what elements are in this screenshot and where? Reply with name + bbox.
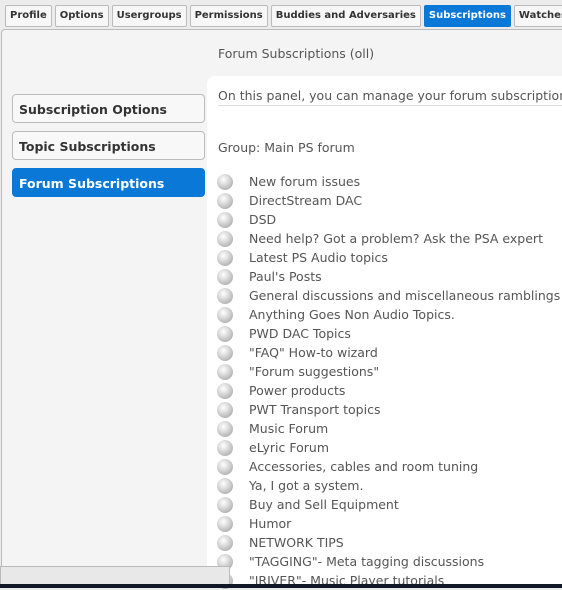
- forum-name: Anything Goes Non Audio Topics.: [249, 307, 455, 322]
- subscription-toggle-icon[interactable]: [217, 363, 233, 380]
- forum-name: Accessories, cables and room tuning: [249, 459, 479, 474]
- forum-name: Ya, I got a system.: [249, 478, 364, 493]
- tab-profile[interactable]: Profile: [5, 5, 52, 27]
- subscription-toggle-icon[interactable]: [217, 306, 233, 323]
- forum-item[interactable]: DirectStream DAC: [217, 191, 560, 210]
- subscription-toggle-icon[interactable]: [217, 325, 233, 342]
- forum-item[interactable]: Need help? Got a problem? Ask the PSA ex…: [217, 229, 560, 248]
- forum-name: Music Forum: [249, 421, 329, 436]
- subscription-toggle-icon[interactable]: [217, 534, 233, 551]
- forum-name: Need help? Got a problem? Ask the PSA ex…: [249, 231, 543, 246]
- subscription-toggle-icon[interactable]: [217, 515, 233, 532]
- forum-item[interactable]: Latest PS Audio topics: [217, 248, 560, 267]
- forum-item[interactable]: Ya, I got a system.: [217, 476, 560, 495]
- forum-name: New forum issues: [249, 174, 361, 189]
- forum-name: NETWORK TIPS: [249, 535, 344, 550]
- group-label: Group: Main PS forum: [218, 140, 355, 155]
- sidebar-item-topic-subscriptions[interactable]: Topic Subscriptions: [12, 131, 205, 160]
- forum-item[interactable]: PWT Transport topics: [217, 400, 560, 419]
- forum-item[interactable]: Music Forum: [217, 419, 560, 438]
- subscription-toggle-icon[interactable]: [217, 230, 233, 247]
- forum-item[interactable]: Humor: [217, 514, 560, 533]
- forum-name: "Forum suggestions": [249, 364, 380, 379]
- sidebar-item-forum-subscriptions[interactable]: Forum Subscriptions: [12, 168, 205, 197]
- forum-name: PWD DAC Topics: [249, 326, 351, 341]
- forum-name: Power products: [249, 383, 346, 398]
- subscription-toggle-icon[interactable]: [217, 249, 233, 266]
- forum-name: Latest PS Audio topics: [249, 250, 388, 265]
- subscription-toggle-icon[interactable]: [217, 344, 233, 361]
- subscription-toggle-icon[interactable]: [217, 382, 233, 399]
- subscription-toggle-icon[interactable]: [217, 458, 233, 475]
- forum-item[interactable]: "FAQ" How-to wizard: [217, 343, 560, 362]
- forum-item[interactable]: eLyric Forum: [217, 438, 560, 457]
- forum-item[interactable]: Buy and Sell Equipment: [217, 495, 560, 514]
- forum-item[interactable]: "TAGGING"- Meta tagging discussions: [217, 552, 560, 571]
- tab-watches[interactable]: Watches: [513, 5, 562, 27]
- forum-item[interactable]: Power products: [217, 381, 560, 400]
- tab-permissions[interactable]: Permissions: [189, 5, 268, 27]
- sidebar-item-subscription-options[interactable]: Subscription Options: [12, 94, 205, 123]
- overlay-bar: [0, 566, 230, 585]
- forum-name: Humor: [249, 516, 292, 531]
- page-title: Forum Subscriptions (oll): [218, 46, 375, 61]
- forum-name: "FAQ" How-to wizard: [249, 345, 378, 360]
- forum-item[interactable]: "Forum suggestions": [217, 362, 560, 381]
- subscription-toggle-icon[interactable]: [217, 268, 233, 285]
- subscription-toggle-icon[interactable]: [217, 401, 233, 418]
- forum-name: Paul's Posts: [249, 269, 322, 284]
- tab-subscriptions[interactable]: Subscriptions: [423, 5, 511, 27]
- forum-name: eLyric Forum: [249, 440, 329, 455]
- forum-item[interactable]: New forum issues: [217, 172, 560, 191]
- forum-item[interactable]: PWD DAC Topics: [217, 324, 560, 343]
- forum-item[interactable]: NETWORK TIPS: [217, 533, 560, 552]
- tab-usergroups[interactable]: Usergroups: [111, 5, 187, 27]
- subscription-toggle-icon[interactable]: [217, 477, 233, 494]
- forum-list: New forum issues DirectStream DAC DSD Need …: [217, 172, 560, 590]
- forum-item[interactable]: Anything Goes Non Audio Topics.: [217, 305, 560, 324]
- forum-item[interactable]: General discussions and miscellaneous ra…: [217, 286, 560, 305]
- forum-name: DirectStream DAC: [249, 193, 363, 208]
- subscription-toggle-icon[interactable]: [217, 173, 233, 190]
- subscription-toggle-icon[interactable]: [217, 287, 233, 304]
- tab-options[interactable]: Options: [54, 5, 109, 27]
- tab-bar: Profile Options Usergroups Permissions B…: [5, 5, 562, 27]
- intro-text: On this panel, you can manage your forum…: [218, 88, 562, 106]
- subscription-toggle-icon[interactable]: [217, 439, 233, 456]
- forum-item[interactable]: DSD: [217, 210, 560, 229]
- taskbar: [0, 584, 562, 588]
- forum-name: DSD: [249, 212, 277, 227]
- subscription-toggle-icon[interactable]: [217, 420, 233, 437]
- subscription-toggle-icon[interactable]: [217, 192, 233, 209]
- forum-item[interactable]: Paul's Posts: [217, 267, 560, 286]
- subscription-toggle-icon[interactable]: [217, 211, 233, 228]
- forum-name: PWT Transport topics: [249, 402, 381, 417]
- forum-name: General discussions and miscellaneous ra…: [249, 288, 561, 303]
- forum-item[interactable]: Accessories, cables and room tuning: [217, 457, 560, 476]
- subscription-toggle-icon[interactable]: [217, 496, 233, 513]
- tab-buddies[interactable]: Buddies and Adversaries: [270, 5, 421, 27]
- forum-name: "TAGGING"- Meta tagging discussions: [249, 554, 485, 569]
- forum-name: Buy and Sell Equipment: [249, 497, 399, 512]
